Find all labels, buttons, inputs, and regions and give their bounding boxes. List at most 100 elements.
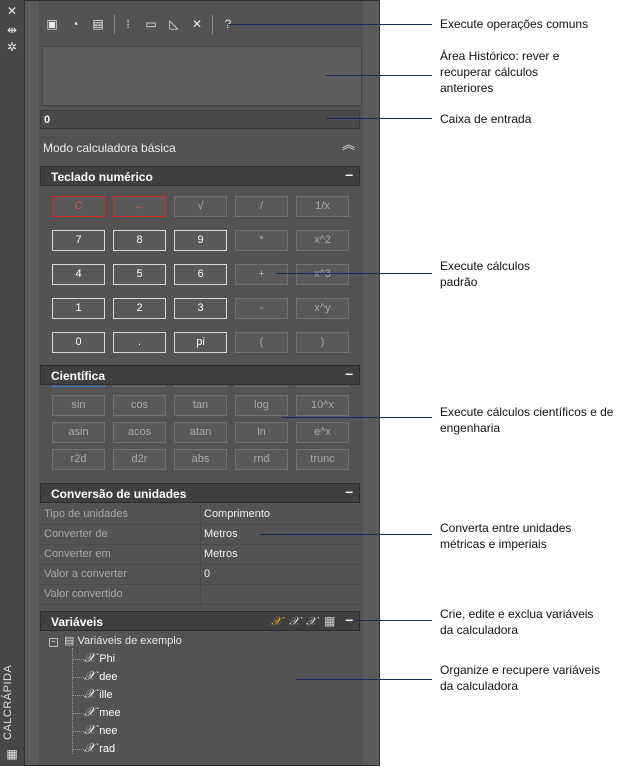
key-button[interactable]: ← bbox=[113, 196, 166, 217]
unit-row-value[interactable]: Comprimento bbox=[204, 508, 270, 520]
angle-icon[interactable]: ◺ bbox=[166, 16, 182, 32]
scientific-key-button[interactable]: r2d bbox=[52, 449, 105, 470]
key-button[interactable]: . bbox=[113, 332, 166, 353]
scientific-key-button[interactable]: d2r bbox=[113, 449, 166, 470]
settings-icon[interactable]: ✲ bbox=[6, 41, 18, 53]
scientific-key-button[interactable]: trunc bbox=[296, 449, 349, 470]
calculator-icon[interactable]: ▦ bbox=[324, 614, 335, 628]
paste-icon[interactable]: ▤ bbox=[90, 16, 106, 32]
callout-text: Execute operações comuns bbox=[440, 17, 589, 31]
close-icon[interactable]: ✕ bbox=[6, 5, 18, 17]
scientific-key-button[interactable]: acos bbox=[113, 422, 166, 443]
key-button[interactable]: / bbox=[235, 196, 288, 217]
tree-collapse-icon[interactable]: − bbox=[49, 638, 58, 647]
key-button[interactable]: 2 bbox=[113, 298, 166, 319]
tree-branch-line bbox=[72, 658, 84, 660]
key-button[interactable]: 4 bbox=[52, 264, 105, 285]
scientific-key-button[interactable]: ln bbox=[235, 422, 288, 443]
unit-row-label: Valor convertido bbox=[44, 588, 123, 600]
callout-leader-line bbox=[282, 417, 432, 418]
unit-row[interactable]: Converter em Metros bbox=[40, 545, 360, 565]
scientific-key-button[interactable]: e^x bbox=[296, 422, 349, 443]
variable-icon: 𝒳 bbox=[84, 669, 96, 684]
key-button[interactable]: 8 bbox=[113, 230, 166, 251]
unit-row[interactable]: Converter de Metros bbox=[40, 525, 360, 545]
calculator-icon[interactable]: ▦ bbox=[6, 748, 18, 760]
key-button[interactable]: 5 bbox=[113, 264, 166, 285]
scientific-key-button[interactable]: 10^x bbox=[296, 395, 349, 416]
history-area[interactable] bbox=[42, 46, 362, 106]
clear-history-icon[interactable]: ◔ bbox=[67, 16, 83, 32]
key-button[interactable]: ) bbox=[296, 332, 349, 353]
unit-row-divider bbox=[200, 545, 201, 564]
scientific-key-button[interactable]: atan bbox=[174, 422, 227, 443]
callout-leader-line bbox=[260, 534, 432, 535]
variable-icon: 𝒳 bbox=[84, 687, 96, 702]
key-button[interactable]: ( bbox=[235, 332, 288, 353]
collapse-minus-icon[interactable]: – bbox=[345, 483, 353, 499]
pin-icon[interactable]: ⇹ bbox=[6, 24, 18, 36]
key-button[interactable]: 1/x bbox=[296, 196, 349, 217]
scientific-key-button[interactable]: cos bbox=[113, 395, 166, 416]
new-variable-icon[interactable]: 𝒳 bbox=[271, 614, 281, 629]
key-button[interactable]: x^y bbox=[296, 298, 349, 319]
scientific-key-button[interactable]: asin bbox=[52, 422, 105, 443]
unit-row[interactable]: Valor convertido bbox=[40, 585, 360, 605]
collapse-minus-icon[interactable]: – bbox=[345, 365, 353, 381]
clear-icon[interactable]: ▣ bbox=[44, 16, 60, 32]
callout-text: Converta entre unidades métricas e imper… bbox=[440, 521, 572, 551]
unit-row-value[interactable]: Metros bbox=[204, 548, 238, 560]
scientific-key-button[interactable]: rnd bbox=[235, 449, 288, 470]
scientific-key-button[interactable]: abs bbox=[174, 449, 227, 470]
key-button[interactable]: 3 bbox=[174, 298, 227, 319]
unit-row[interactable]: Tipo de unidades Comprimento bbox=[40, 505, 360, 525]
key-button[interactable]: 1 bbox=[52, 298, 105, 319]
variable-item[interactable]: 𝒳dee bbox=[72, 669, 118, 684]
variable-label: ille bbox=[99, 689, 113, 701]
unit-row-value[interactable]: Metros bbox=[204, 528, 238, 540]
distance-icon[interactable]: ▭ bbox=[143, 16, 159, 32]
variable-icon: 𝒳 bbox=[84, 705, 96, 720]
section-title: Conversão de unidades bbox=[51, 487, 187, 501]
collapse-minus-icon[interactable]: – bbox=[345, 166, 353, 182]
palette-title-strip: ✕ ⇹ ✲ CALCRÁPIDA ▦ bbox=[0, 0, 25, 766]
entry-box[interactable]: 0 bbox=[40, 110, 360, 129]
key-button[interactable]: pi bbox=[174, 332, 227, 353]
unit-row-value[interactable]: 0 bbox=[204, 568, 210, 580]
section-header-units[interactable]: Conversão de unidades – bbox=[40, 483, 360, 503]
variable-item[interactable]: 𝒳mee bbox=[72, 705, 121, 720]
key-button[interactable]: C bbox=[52, 196, 105, 217]
variable-category[interactable]: ▤ Variáveis de exemplo bbox=[64, 634, 182, 647]
unit-row[interactable]: Valor a converter 0 bbox=[40, 565, 360, 585]
key-button[interactable]: 7 bbox=[52, 230, 105, 251]
variable-item[interactable]: 𝒳rad bbox=[72, 741, 115, 756]
intersection-icon[interactable]: ✕ bbox=[189, 16, 205, 32]
scientific-key-button[interactable]: log bbox=[235, 395, 288, 416]
variable-label: nee bbox=[99, 725, 118, 737]
section-header-scientific[interactable]: Científica – bbox=[40, 365, 360, 385]
toolbar-separator bbox=[114, 15, 115, 34]
tree-branch-line bbox=[72, 694, 84, 696]
scientific-key-button[interactable]: sin bbox=[52, 395, 105, 416]
section-header-keypad[interactable]: Teclado numérico – bbox=[40, 166, 360, 186]
key-button[interactable]: 0 bbox=[52, 332, 105, 353]
key-button[interactable]: * bbox=[235, 230, 288, 251]
collapse-minus-icon[interactable]: – bbox=[345, 611, 353, 627]
edit-variable-icon[interactable]: 𝒳 bbox=[289, 614, 299, 629]
variable-item[interactable]: 𝒳 Phi bbox=[72, 651, 115, 666]
get-coordinates-icon[interactable]: ⁞ bbox=[120, 16, 136, 32]
key-button[interactable]: x^3 bbox=[296, 264, 349, 285]
variable-item[interactable]: 𝒳ille bbox=[72, 687, 113, 702]
scientific-key-button[interactable]: tan bbox=[174, 395, 227, 416]
key-button[interactable]: 6 bbox=[174, 264, 227, 285]
key-button[interactable]: x^2 bbox=[296, 230, 349, 251]
delete-variable-icon[interactable]: 𝒳 bbox=[306, 614, 316, 629]
collapse-chevron-icon[interactable]: ︽ bbox=[342, 138, 355, 151]
key-button[interactable]: - bbox=[235, 298, 288, 319]
variable-category-label: Variáveis de exemplo bbox=[77, 635, 182, 647]
key-button[interactable]: 9 bbox=[174, 230, 227, 251]
variable-item[interactable]: 𝒳nee bbox=[72, 723, 118, 738]
key-button[interactable]: + bbox=[235, 264, 288, 285]
callout-text: Execute cálculos padrão bbox=[440, 259, 531, 289]
key-button[interactable]: √ bbox=[174, 196, 227, 217]
